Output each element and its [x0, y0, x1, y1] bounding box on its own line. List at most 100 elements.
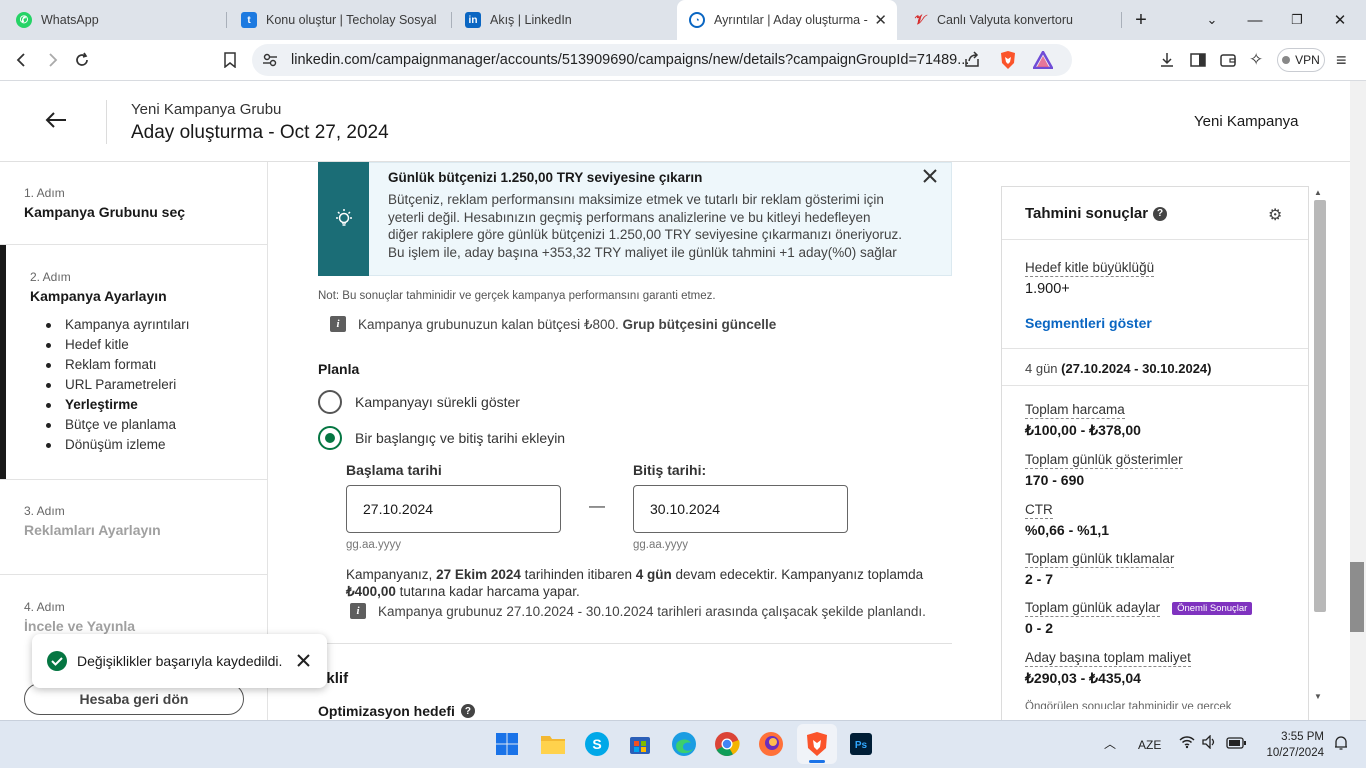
subitem-placement[interactable]: Yerleştirme [43, 395, 190, 415]
forward-icon[interactable] [37, 40, 67, 80]
help-icon[interactable]: ? [1153, 206, 1168, 221]
techolay-icon: t [241, 12, 257, 28]
tab-whatsapp[interactable]: ✆ WhatsApp [16, 0, 226, 40]
new-tab-icon[interactable]: + [1121, 0, 1161, 40]
tab-campaign-details[interactable]: ◔ Ayrıntılar | Aday oluşturma - ✕ [677, 0, 897, 40]
clock[interactable]: 3:55 PM 10/27/2024 [1262, 729, 1324, 761]
results-footer-note: Öngörülen sonuçlar tahminidir ve gerçek [1025, 701, 1232, 709]
site-info-icon[interactable] [262, 52, 278, 73]
date-separator: — [589, 498, 605, 515]
brave-shield-icon[interactable] [999, 50, 1017, 75]
metric-ctr: CTR %0,66 - %1,1 [1025, 502, 1110, 538]
results-title: Tahmini sonuçlar ? [1025, 205, 1168, 222]
reload-icon[interactable] [67, 40, 97, 80]
close-toast-icon[interactable] [296, 653, 311, 673]
tab-techolay[interactable]: t Konu oluştur | Techolay Sosyal [241, 0, 451, 40]
close-banner-icon[interactable] [921, 167, 939, 190]
end-date-label: Bitiş tarihi: [633, 462, 707, 478]
windows-start-icon[interactable] [491, 728, 523, 760]
banner-body: Bütçeniz, reklam performansını maksimize… [388, 192, 903, 260]
tab-valyuta[interactable]: 𝒱 Canlı Valyuta konvertoru [912, 0, 1112, 40]
svg-text:Ps: Ps [855, 740, 868, 751]
radio-date-range-label[interactable]: Bir başlangıç ve bitiş tarihi ekleyin [355, 430, 565, 446]
step-3: 3. Adım Reklamları Ayarlayın [24, 504, 161, 538]
subitem-conversion[interactable]: Dönüşüm izleme [43, 435, 190, 455]
skype-icon[interactable]: S [581, 728, 613, 760]
end-date-hint: gg.aa.yyyy [633, 539, 688, 551]
schedule-heading: Planla [318, 361, 360, 377]
leo-ai-icon[interactable]: ✧ [1249, 50, 1263, 70]
info-icon: i [330, 316, 346, 332]
scroll-up-icon[interactable]: ▲ [1314, 188, 1322, 197]
share-icon[interactable] [963, 51, 981, 74]
radio-continuous-label[interactable]: Kampanyayı sürekli göster [355, 394, 520, 410]
scroll-down-icon[interactable]: ▼ [1314, 692, 1322, 701]
subitem-audience[interactable]: Hedef kitle [43, 335, 190, 355]
wallet-icon[interactable] [1219, 51, 1237, 74]
bookmark-icon[interactable] [215, 40, 245, 80]
metric-cost-per-lead: Aday başına toplam maliyet ₺290,03 - ₺43… [1025, 650, 1191, 686]
back-icon[interactable] [7, 40, 37, 80]
volume-icon[interactable] [1202, 734, 1218, 754]
svg-text:S: S [592, 736, 601, 752]
lightbulb-icon [318, 162, 369, 276]
subitem-budget[interactable]: Bütçe ve planlama [43, 415, 190, 435]
help-icon[interactable]: ? [460, 704, 475, 718]
language-indicator[interactable]: AZE [1138, 738, 1161, 752]
sidebar-toggle-icon[interactable] [1189, 51, 1207, 74]
chrome-icon[interactable] [711, 728, 743, 760]
edge-icon[interactable] [668, 728, 700, 760]
results-scrollbar[interactable] [1314, 200, 1326, 612]
whatsapp-icon: ✆ [16, 12, 32, 28]
step-2[interactable]: 2. Adım Kampanya Ayarlayın [30, 270, 167, 304]
metric-daily-leads: Toplam günlük adaylar Önemli Sonuçlar 0 … [1025, 600, 1253, 636]
close-tab-icon[interactable]: ✕ [874, 11, 897, 29]
step-1[interactable]: 1. Adım Kampanya Grubunu seç [24, 186, 185, 220]
file-explorer-icon[interactable] [537, 728, 569, 760]
restore-icon[interactable]: ❐ [1277, 0, 1317, 40]
close-window-icon[interactable]: ✕ [1320, 0, 1360, 40]
page-title: Aday oluşturma - Oct 27, 2024 [131, 122, 389, 143]
campaign-manager-icon: ◔ [689, 12, 705, 28]
banner-title: Günlük bütçenizi 1.250,00 TRY seviyesine… [388, 170, 703, 185]
radio-date-range[interactable] [318, 426, 342, 450]
minimize-icon[interactable]: — [1235, 0, 1275, 40]
brave-taskbar-icon[interactable] [801, 728, 833, 760]
firefox-icon[interactable] [755, 728, 787, 760]
linkedin-icon: in [465, 12, 481, 28]
battery-icon[interactable] [1226, 736, 1246, 754]
tab-linkedin-feed[interactable]: in Akış | LinkedIn [465, 0, 665, 40]
page-scrollbar[interactable] [1350, 562, 1364, 632]
start-date-input[interactable]: 27.10.2024 [346, 485, 561, 533]
start-date-hint: gg.aa.yyyy [346, 539, 401, 551]
tray-chevron-icon[interactable]: ︿ [1104, 735, 1116, 752]
download-icon[interactable] [1158, 51, 1176, 74]
info-icon: i [350, 603, 366, 619]
gear-icon[interactable]: ⚙ [1268, 205, 1282, 225]
url-text[interactable]: linkedin.com/campaignmanager/accounts/51… [291, 52, 969, 68]
brave-rewards-icon[interactable] [1031, 49, 1055, 74]
update-group-budget-link[interactable]: Grup bütçesini güncelle [623, 317, 777, 332]
schedule-info: Kampanya grubunuz 27.10.2024 - 30.10.202… [378, 604, 926, 619]
photoshop-icon[interactable]: Ps [845, 728, 877, 760]
subitem-ad-format[interactable]: Reklam formatı [43, 355, 190, 375]
subitem-campaign-details[interactable]: Kampanya ayrıntıları [43, 315, 190, 335]
metric-total-spend: Toplam harcama ₺100,00 - ₺378,00 [1025, 402, 1141, 438]
toast-message: Değişiklikler başarıyla kaydedildi. [77, 653, 283, 669]
schedule-summary: Kampanyanız, 27 Ekim 2024 tarihinden iti… [346, 567, 924, 599]
end-date-input[interactable]: 30.10.2024 [633, 485, 848, 533]
radio-continuous[interactable] [318, 390, 342, 414]
wifi-icon[interactable] [1179, 735, 1195, 752]
success-check-icon [47, 651, 67, 676]
back-arrow-icon[interactable] [44, 108, 68, 137]
start-date-label: Başlama tarihi [346, 462, 442, 478]
vpn-button[interactable]: VPN [1277, 48, 1325, 72]
notifications-icon[interactable] [1333, 735, 1349, 754]
show-segments-link[interactable]: Segmentleri göster [1025, 315, 1152, 331]
tab-search-icon[interactable]: ⌄ [1192, 0, 1232, 40]
remaining-budget: Kampanya grubunuzun kalan bütçesi ₺800. … [358, 317, 777, 332]
menu-icon[interactable]: ≡ [1336, 50, 1347, 71]
campaign-name-label: Yeni Kampanya [1194, 113, 1299, 130]
store-icon[interactable] [624, 728, 656, 760]
subitem-url-params[interactable]: URL Parametreleri [43, 375, 190, 395]
